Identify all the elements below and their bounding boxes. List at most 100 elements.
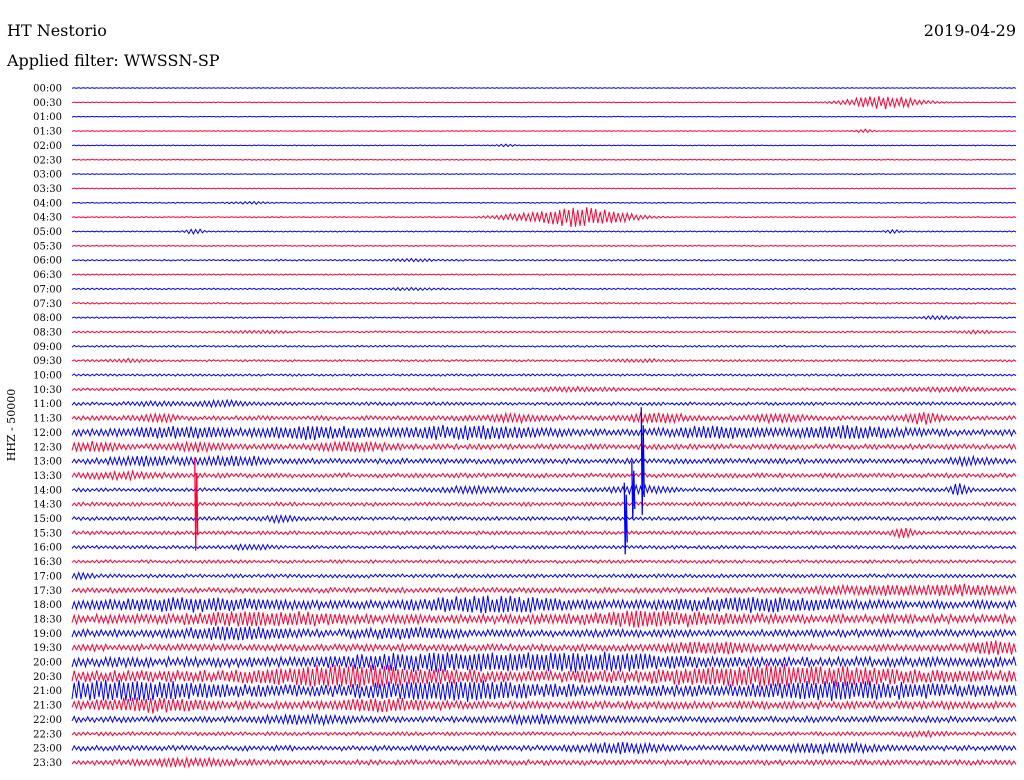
- trace-row-0200: [71, 143, 1017, 148]
- row-time-label: 18:30: [33, 614, 62, 625]
- row-time-label: 16:00: [33, 543, 62, 554]
- row-time-label: 16:30: [33, 557, 62, 568]
- row-time-label: 04:00: [33, 198, 62, 209]
- trace-row-0300: [71, 173, 1017, 176]
- row-time-label: 17:30: [33, 586, 62, 597]
- trace-row-1530: [71, 527, 1017, 540]
- trace-row-2200: [71, 712, 1017, 727]
- trace-row-0400: [71, 200, 1017, 205]
- trace-row-2330: [71, 756, 1017, 769]
- row-time-label: 11:00: [33, 399, 62, 410]
- trace-row-1500: [71, 513, 1017, 525]
- row-time-label: 09:30: [33, 356, 62, 367]
- row-time-label: 06:30: [33, 270, 62, 281]
- trace-row-2300: [71, 741, 1017, 755]
- trace-row-1600: [71, 543, 1017, 552]
- row-time-label: 18:00: [33, 600, 62, 611]
- channel-axis-label: HHZ - 50000: [5, 389, 18, 462]
- trace-row-0100: [71, 115, 1017, 118]
- trace-row-1400: [71, 483, 1017, 496]
- row-time-label: 08:30: [33, 327, 62, 338]
- row-time-label: 12:00: [33, 428, 62, 439]
- row-time-label: 12:30: [33, 442, 62, 453]
- trace-row-0030: [71, 96, 1017, 110]
- trace-row-0730: [71, 301, 1017, 305]
- trace-row-1200: [71, 424, 1017, 441]
- row-time-label: 11:30: [33, 414, 62, 425]
- row-time-label: 20:30: [33, 672, 62, 683]
- row-time-label: 14:30: [33, 500, 62, 511]
- trace-row-1800: [71, 595, 1017, 614]
- trace-row-0700: [71, 286, 1017, 292]
- trace-row-0600: [71, 257, 1017, 263]
- trace-row-0800: [71, 314, 1017, 321]
- trace-row-0230: [71, 158, 1017, 161]
- row-time-label: 04:30: [33, 213, 62, 224]
- row-time-label: 08:00: [33, 313, 62, 324]
- trace-row-0900: [71, 344, 1017, 348]
- row-time-label: 07:30: [33, 299, 62, 310]
- date-label: 2019-04-29: [924, 21, 1016, 40]
- trace-row-1100: [71, 398, 1017, 409]
- row-time-label: 22:00: [33, 715, 62, 726]
- trace-row-0430: [71, 207, 1017, 227]
- row-time-label: 07:00: [33, 284, 62, 295]
- trace-row-1130: [71, 411, 1017, 425]
- row-time-label: 19:30: [33, 643, 62, 654]
- trace-row-2100: [71, 679, 1017, 703]
- row-time-label: 05:30: [33, 241, 62, 252]
- trace-row-1330: [71, 469, 1017, 482]
- spike-2: [623, 482, 628, 555]
- row-time-label: 03:00: [33, 170, 62, 181]
- spike-0: [194, 457, 199, 551]
- trace-rows: 00:00 00:30 01:00 01:30 02:00 02:30 03:00 03:30…: [33, 84, 1017, 769]
- trace-row-1630: [71, 559, 1017, 565]
- trace-row-0000: [71, 87, 1017, 89]
- row-time-label: 15:00: [33, 514, 62, 525]
- row-time-label: 00:30: [33, 98, 62, 109]
- row-time-label: 01:00: [33, 112, 62, 123]
- trace-row-1030: [71, 385, 1017, 394]
- trace-row-0830: [71, 329, 1017, 335]
- trace-row-1700: [71, 571, 1017, 581]
- row-time-label: 14:00: [33, 485, 62, 496]
- trace-row-0530: [71, 244, 1017, 248]
- row-time-label: 21:30: [33, 701, 62, 712]
- trace-row-1300: [71, 454, 1017, 468]
- trace-row-0330: [71, 187, 1017, 190]
- row-time-label: 09:00: [33, 342, 62, 353]
- filter-label: Applied filter: WWSSN-SP: [6, 51, 220, 70]
- row-time-label: 10:00: [33, 371, 62, 382]
- trace-row-0630: [71, 273, 1017, 276]
- row-time-label: 02:30: [33, 155, 62, 166]
- row-time-label: 06:00: [33, 256, 62, 267]
- row-time-label: 01:30: [33, 127, 62, 138]
- row-time-label: 15:30: [33, 528, 62, 539]
- trace-row-1430: [71, 501, 1017, 508]
- spike-1: [631, 461, 636, 519]
- trace-row-2130: [71, 697, 1017, 714]
- row-time-label: 05:00: [33, 227, 62, 238]
- trace-row-0500: [71, 228, 1017, 236]
- row-time-label: 21:00: [33, 686, 62, 697]
- trace-row-0130: [71, 128, 1017, 134]
- trace-row-2230: [71, 729, 1017, 739]
- row-time-label: 22:30: [33, 729, 62, 740]
- trace-row-1900: [71, 626, 1017, 641]
- row-time-label: 02:00: [33, 141, 62, 152]
- trace-row-1230: [71, 440, 1017, 454]
- helicorder-plot: HT Nestorio 2019-04-29 Applied filter: W…: [5, 21, 1017, 769]
- row-time-label: 10:30: [33, 385, 62, 396]
- row-time-label: 23:30: [33, 758, 62, 769]
- station-title: HT Nestorio: [7, 21, 107, 40]
- trace-row-1730: [71, 583, 1017, 597]
- row-time-label: 23:00: [33, 744, 62, 755]
- row-time-label: 03:30: [33, 184, 62, 195]
- row-time-label: 13:00: [33, 457, 62, 468]
- row-time-label: 20:00: [33, 658, 62, 669]
- row-time-label: 13:30: [33, 471, 62, 482]
- trace-row-1830: [71, 610, 1017, 628]
- trace-row-1930: [71, 640, 1017, 656]
- row-time-label: 17:00: [33, 571, 62, 582]
- trace-row-1000: [71, 373, 1017, 377]
